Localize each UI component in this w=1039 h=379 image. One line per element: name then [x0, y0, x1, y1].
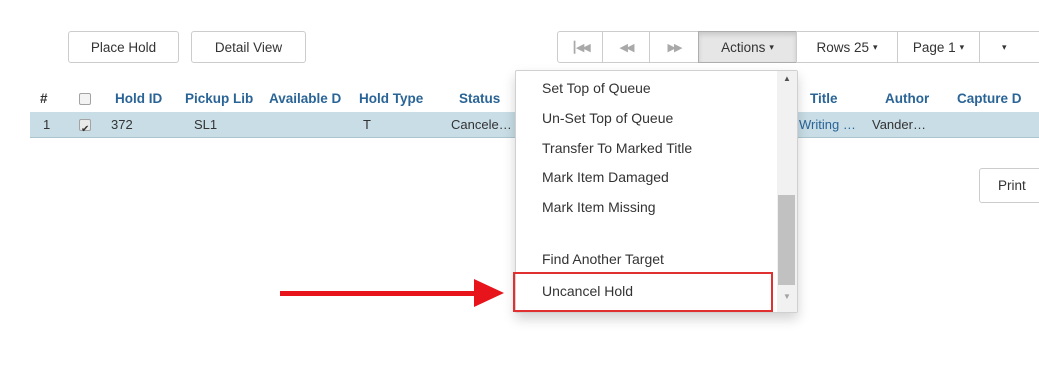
status-cell: Cancele… — [451, 117, 512, 132]
hold-type-cell: T — [363, 117, 371, 132]
actions-button[interactable]: Actions ▾ — [698, 31, 797, 63]
author-cell: Vander… — [872, 117, 926, 132]
column-header-hold-id[interactable]: Hold ID — [115, 86, 177, 112]
page-select-button[interactable]: Page 1 ▾ — [897, 31, 980, 63]
chevron-down-icon: ▾ — [873, 41, 878, 52]
menu-item-transfer-to-marked-title[interactable]: Transfer To Marked Title — [542, 134, 692, 162]
menu-item-find-another-target[interactable]: Find Another Target — [542, 245, 664, 273]
hold-id-cell: 372 — [111, 117, 133, 132]
column-header-pickup-lib[interactable]: Pickup Lib — [185, 86, 267, 112]
column-header-available-date[interactable]: Available D — [269, 86, 358, 112]
rewind-icon: ◀◀ — [619, 41, 635, 54]
page-select-label: Page 1 — [912, 39, 956, 55]
column-header-index: # — [40, 91, 48, 106]
capture-date-cell — [957, 112, 1039, 138]
scroll-down-arrow-icon[interactable]: ▼ — [777, 292, 797, 301]
rows-per-page-label: Rows 25 — [816, 39, 869, 55]
rows-per-page-button[interactable]: Rows 25 ▾ — [796, 31, 898, 63]
menu-item-mark-item-missing[interactable]: Mark Item Missing — [542, 193, 656, 221]
chevron-down-icon: ▾ — [959, 41, 965, 52]
highlight-box — [513, 272, 773, 312]
skip-to-start-icon: ┃◀◀ — [571, 41, 590, 54]
first-page-button[interactable]: ┃◀◀ — [557, 31, 603, 63]
column-header-status[interactable]: Status — [459, 86, 515, 112]
pickup-lib-cell: SL1 — [194, 117, 218, 132]
title-link[interactable]: Writing … — [799, 112, 863, 138]
print-button[interactable]: Print — [979, 168, 1039, 203]
row-checkbox[interactable]: ✔ — [79, 119, 91, 135]
available-date-cell — [269, 112, 358, 138]
chevron-down-icon: ▾ — [769, 41, 774, 52]
annotation-arrow-icon — [474, 279, 504, 307]
select-all-checkbox[interactable] — [79, 93, 91, 105]
next-page-button[interactable]: ▶▶ — [649, 31, 699, 63]
fast-forward-icon: ▶▶ — [667, 41, 683, 54]
row-index: 1 — [43, 117, 51, 132]
scroll-up-arrow-icon[interactable]: ▲ — [777, 74, 797, 83]
column-header-capture-date[interactable]: Capture D — [957, 86, 1039, 112]
menu-item-unset-top-of-queue[interactable]: Un-Set Top of Queue — [542, 104, 673, 132]
menu-item-set-top-of-queue[interactable]: Set Top of Queue — [542, 74, 651, 102]
chevron-down-icon: ▾ — [1002, 41, 1007, 52]
annotation-arrow-shaft — [280, 291, 480, 296]
menu-scrollbar-thumb[interactable] — [778, 195, 795, 285]
column-options-button[interactable]: ▾ — [979, 31, 1039, 63]
actions-label: Actions — [721, 39, 766, 55]
prev-page-button[interactable]: ◀◀ — [602, 31, 650, 63]
detail-view-button[interactable]: Detail View — [191, 31, 306, 63]
column-header-author[interactable]: Author — [885, 86, 945, 112]
menu-item-mark-item-damaged[interactable]: Mark Item Damaged — [542, 163, 669, 191]
column-header-hold-type[interactable]: Hold Type — [359, 86, 441, 112]
place-hold-button[interactable]: Place Hold — [68, 31, 179, 63]
column-header-title[interactable]: Title — [810, 86, 855, 112]
checkmark-icon: ✔ — [81, 124, 90, 135]
